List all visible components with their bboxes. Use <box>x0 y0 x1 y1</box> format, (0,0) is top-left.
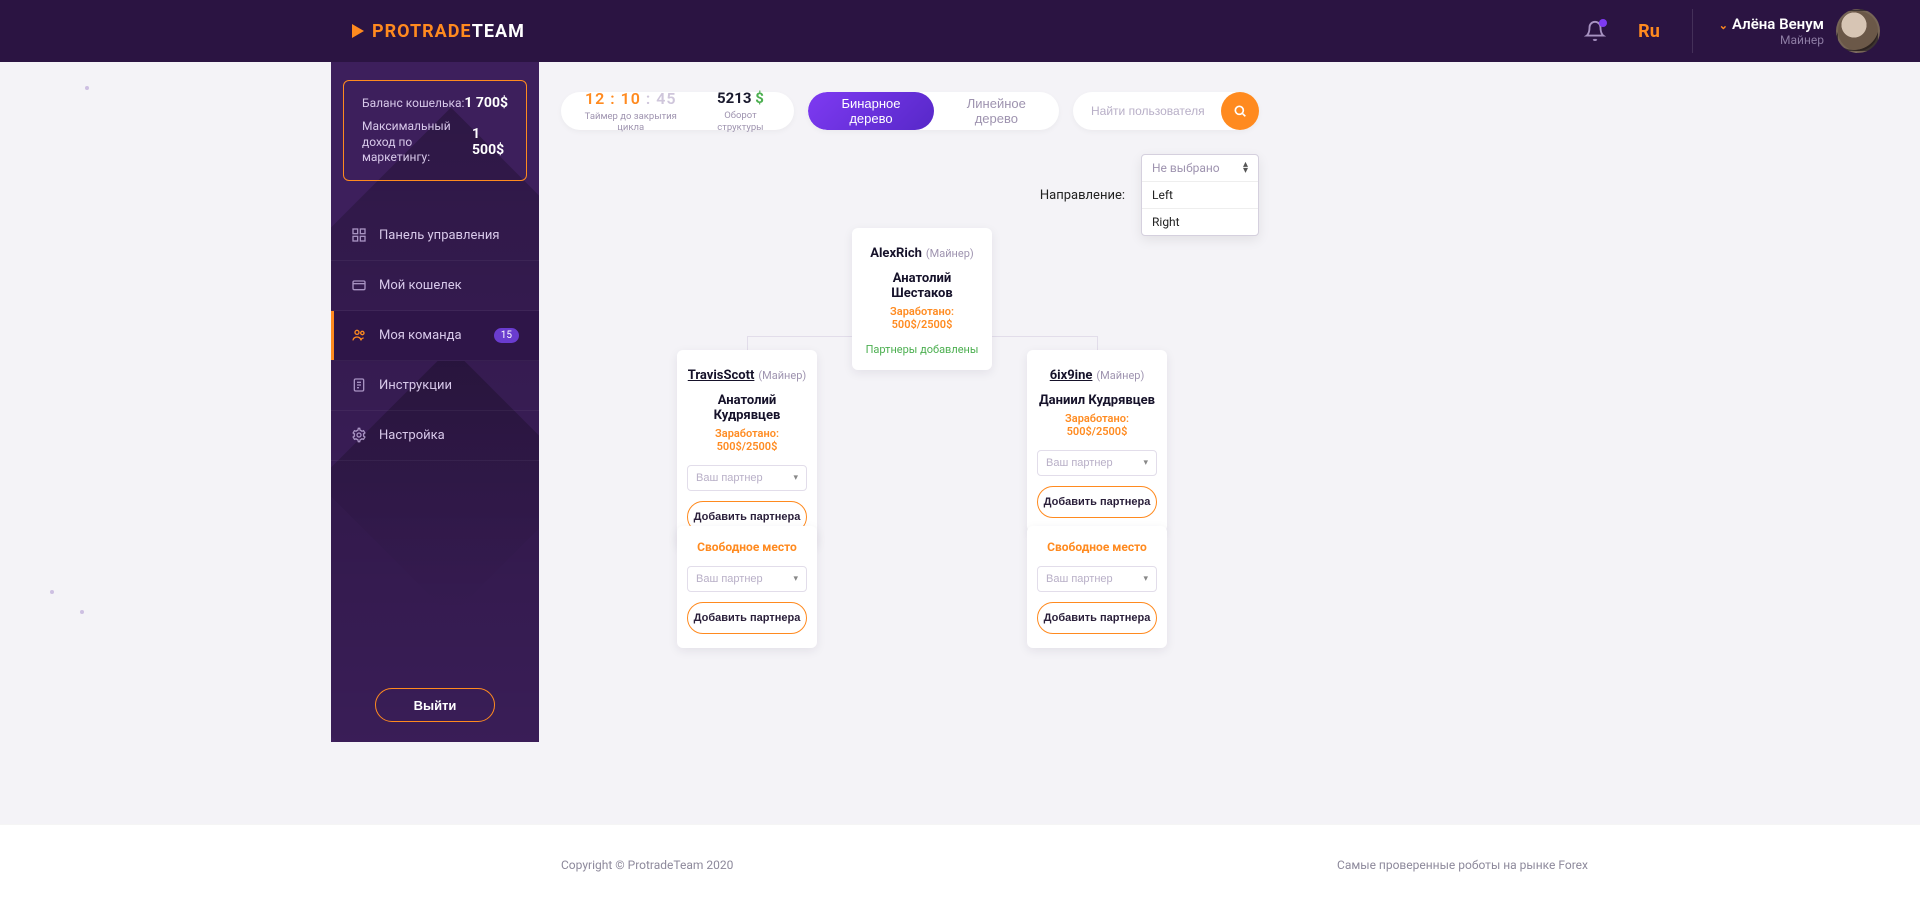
direction-label: Направление: <box>1040 188 1125 203</box>
tree-free-slot: Свободное место ▾ Добавить партнера <box>677 526 817 648</box>
chevron-down-icon: ⌄ <box>1719 19 1728 32</box>
earn-value: 500$/2500$ <box>1067 425 1128 438</box>
dropdown-selected[interactable]: Не выбрано ▴▾ <box>1142 155 1258 181</box>
partner-input[interactable] <box>1038 457 1143 469</box>
partner-select[interactable]: ▾ <box>687 465 807 491</box>
nav-label: Моя команда <box>379 328 462 343</box>
nav-wallet[interactable]: Мой кошелек <box>331 261 539 311</box>
earn-label: Заработано: <box>890 305 954 318</box>
add-partner-button[interactable]: Добавить партнера <box>687 602 807 634</box>
brand-text-a: PROTRADE <box>372 21 472 42</box>
node-username[interactable]: TravisScott <box>688 368 755 383</box>
tree-node-right: 6ix9ine (Майнер) Даниил Кудрявцев Зарабо… <box>1027 350 1167 532</box>
user-menu[interactable]: ⌄ Алёна Венум Майнер <box>1692 9 1880 53</box>
tree-node-root: AlexRich (Майнер) Анатолий Шестаков Зара… <box>852 228 992 370</box>
tab-binary-tree[interactable]: Бинарное дерево <box>808 92 933 130</box>
wallet-balance-value: 1 700$ <box>464 95 508 111</box>
play-icon <box>352 24 364 38</box>
timer-seconds: : 45 <box>641 89 677 108</box>
node-username[interactable]: 6ix9ine <box>1050 368 1093 383</box>
notifications-button[interactable] <box>1584 20 1606 42</box>
partner-select[interactable]: ▾ <box>687 566 807 592</box>
nav-team[interactable]: Моя команда 15 <box>331 311 539 361</box>
brand-logo[interactable]: PROTRADETEAM <box>352 21 525 42</box>
search-input[interactable] <box>1091 104 1221 118</box>
add-partner-button[interactable]: Добавить партнера <box>1037 486 1157 518</box>
tree-node-left: TravisScott (Майнер) Анатолий Кудрявцев … <box>677 350 817 547</box>
search-button[interactable] <box>1221 92 1259 130</box>
chevron-down-icon: ▾ <box>1143 574 1148 584</box>
tree-free-slot: Свободное место ▾ Добавить партнера <box>1027 526 1167 648</box>
page-footer: Copyright © ProtradeTeam 2020 Самые пров… <box>0 824 1920 904</box>
logout-button[interactable]: Выйти <box>375 688 495 722</box>
avatar <box>1836 9 1880 53</box>
users-icon <box>351 327 367 343</box>
language-toggle[interactable]: Ru <box>1638 21 1660 42</box>
add-partner-button[interactable]: Добавить партнера <box>1037 602 1157 634</box>
partner-select[interactable]: ▾ <box>1037 566 1157 592</box>
gear-icon <box>351 427 367 443</box>
node-fullname: Анатолий Шестаков <box>862 271 982 301</box>
timer-label: Таймер до закрытия цикла <box>583 111 679 134</box>
chevron-down-icon: ▾ <box>793 574 798 584</box>
dropdown-option-left[interactable]: Left <box>1142 181 1258 208</box>
marketing-income-value: 1 500$ <box>472 126 508 158</box>
team-count-badge: 15 <box>494 328 519 343</box>
earn-label: Заработано: <box>1065 412 1129 425</box>
direction-dropdown[interactable]: Не выбрано ▴▾ Left Right <box>1141 154 1259 236</box>
marketing-income-label: Максимальный доход по маркетингу: <box>362 119 472 166</box>
node-role: (Майнер) <box>758 369 806 382</box>
partner-input[interactable] <box>688 573 793 585</box>
earn-label: Заработано: <box>715 427 779 440</box>
earn-value: 500$/2500$ <box>717 440 778 453</box>
document-icon <box>351 377 367 393</box>
node-role: (Майнер) <box>926 247 974 260</box>
brand-text-b: TEAM <box>472 21 525 42</box>
turnover-currency: $ <box>755 89 764 107</box>
user-role: Майнер <box>1719 33 1824 47</box>
node-fullname: Даниил Кудрявцев <box>1037 393 1157 408</box>
balance-panel: Баланс кошелька: 1 700$ Максимальный дох… <box>343 80 527 181</box>
nav-settings[interactable]: Настройка <box>331 411 539 461</box>
free-slot-label: Свободное место <box>687 540 807 554</box>
footer-copyright: Copyright © ProtradeTeam 2020 <box>561 858 733 872</box>
nav-label: Инструкции <box>379 378 452 393</box>
wallet-icon <box>351 277 367 293</box>
sidebar: Баланс кошелька: 1 700$ Максимальный дох… <box>331 62 539 742</box>
nav-label: Мой кошелек <box>379 278 462 293</box>
turnover-label: Оборот структуры <box>709 110 773 133</box>
chevron-down-icon: ▾ <box>1143 458 1148 468</box>
partners-added-badge: Партнеры добавлены <box>862 343 982 356</box>
tab-linear-tree[interactable]: Линейное дерево <box>934 92 1059 130</box>
user-name: Алёна Венум <box>1732 15 1824 33</box>
tree-type-segment: Бинарное дерево Линейное дерево <box>808 92 1059 130</box>
footer-tagline: Самые проверенные роботы на рынке Forex <box>1337 858 1588 872</box>
free-slot-label: Свободное место <box>1037 540 1157 554</box>
partner-select[interactable]: ▾ <box>1037 450 1157 476</box>
earn-value: 500$/2500$ <box>892 318 953 331</box>
timer-value: 12 : 10 <box>585 89 641 108</box>
nav-instructions[interactable]: Инструкции <box>331 361 539 411</box>
dropdown-placeholder: Не выбрано <box>1152 161 1220 175</box>
grid-icon <box>351 227 367 243</box>
search-icon <box>1232 103 1248 119</box>
stats-card: 12 : 10 : 45 Таймер до закрытия цикла 52… <box>561 92 794 130</box>
node-role: (Майнер) <box>1096 369 1144 382</box>
turnover-value: 5213 <box>717 89 755 107</box>
node-username: AlexRich <box>870 246 922 261</box>
partner-input[interactable] <box>688 472 793 484</box>
node-fullname: Анатолий Кудрявцев <box>687 393 807 423</box>
search-box[interactable] <box>1073 92 1259 130</box>
chevron-down-icon: ▾ <box>793 473 798 483</box>
nav-label: Настройка <box>379 428 445 443</box>
sort-icon: ▴▾ <box>1243 162 1248 174</box>
nav-dashboard[interactable]: Панель управления <box>331 211 539 261</box>
nav-label: Панель управления <box>379 228 500 243</box>
partner-input[interactable] <box>1038 573 1143 585</box>
wallet-balance-label: Баланс кошелька: <box>362 96 464 110</box>
